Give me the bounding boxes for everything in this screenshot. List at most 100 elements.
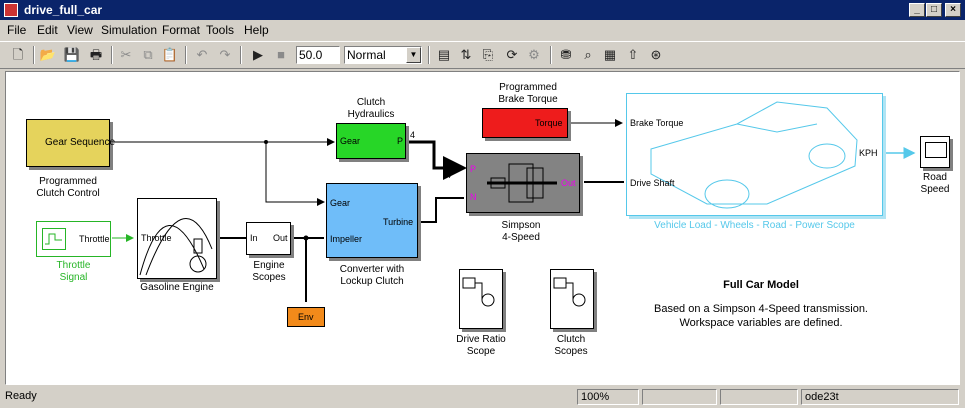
menu-format[interactable]: Format bbox=[162, 23, 200, 37]
simpson-transmission-block[interactable]: P N Out bbox=[466, 153, 580, 213]
simulation-mode-value: Normal bbox=[347, 48, 386, 62]
vehicle-shaft-port: Drive Shaft bbox=[630, 178, 675, 188]
vehicle-caption: Vehicle Load - Wheels - Road - Power Sco… bbox=[654, 220, 855, 231]
simulink-window: drive_full_car _ □ × File Edit View Simu… bbox=[0, 0, 965, 408]
toolbar: 🗋 📂 💾 🖶 ✂ ⧉ 📋 ↶ ↷ ▶ ■ 50.0 Normal ▼ ▤ ⇅ … bbox=[0, 41, 965, 69]
vehicle-brake-port: Brake Torque bbox=[630, 118, 684, 128]
clutch-hydraulics-caption: Clutch Hydraulics bbox=[347, 97, 395, 120]
converter-caption: Converter with Lockup Clutch bbox=[339, 264, 405, 287]
engine-scopes-block[interactable]: In Out bbox=[246, 222, 291, 255]
simulink-app-icon[interactable] bbox=[4, 3, 18, 17]
chevron-down-icon[interactable]: ▼ bbox=[406, 47, 421, 63]
road-speed-scope-block[interactable] bbox=[920, 136, 950, 168]
clutch-scopes-caption: Clutch Scopes bbox=[554, 334, 588, 357]
clutch-hydraulics-gear-port: Gear bbox=[340, 136, 361, 146]
throttle-signal-block[interactable]: Throttle bbox=[36, 221, 111, 257]
engine-scopes-out-port: Out bbox=[273, 233, 288, 243]
go-to-parent-icon[interactable]: ⇧ bbox=[623, 45, 643, 65]
menu-edit[interactable]: Edit bbox=[37, 23, 58, 37]
model-canvas[interactable]: Gear Sequence Programmed Clutch Control … bbox=[5, 71, 960, 385]
clutch-scopes-block[interactable] bbox=[550, 269, 594, 329]
start-simulation-icon[interactable]: ▶ bbox=[248, 45, 268, 65]
redo-icon[interactable]: ↷ bbox=[215, 45, 235, 65]
menu-tools[interactable]: Tools bbox=[206, 23, 234, 37]
car-outline-icon bbox=[650, 101, 858, 209]
clutch-signal-width-label: 4 bbox=[410, 130, 416, 140]
status-bar: Ready 100% ode23t bbox=[0, 387, 965, 408]
refresh-icon[interactable]: ⟳ bbox=[502, 45, 522, 65]
status-pane-3 bbox=[720, 389, 798, 405]
gear-sequence-label: Gear Sequence bbox=[45, 137, 116, 148]
simulation-mode-select[interactable]: Normal ▼ bbox=[344, 46, 422, 64]
brake-torque-block[interactable]: Torque bbox=[482, 108, 568, 138]
build-icon[interactable]: ▤ bbox=[434, 45, 454, 65]
close-button[interactable]: × bbox=[945, 3, 961, 17]
vehicle-kph-port: KPH bbox=[859, 148, 878, 158]
window-title: drive_full_car bbox=[24, 3, 103, 17]
stop-time-input[interactable]: 50.0 bbox=[296, 46, 340, 64]
status-pane-2 bbox=[642, 389, 717, 405]
copy-icon[interactable]: ⧉ bbox=[138, 45, 158, 65]
simpson-caption: Simpson 4-Speed bbox=[501, 220, 541, 243]
subsystem-scope-icon bbox=[553, 277, 586, 307]
debug-icon[interactable]: ⚙ bbox=[524, 45, 544, 65]
throttle-signal-port: Throttle bbox=[79, 234, 110, 244]
update-diagram-icon[interactable]: ⇅ bbox=[456, 45, 476, 65]
signal-builder-icon bbox=[42, 228, 66, 250]
engine-scopes-caption: Engine Scopes bbox=[252, 260, 286, 283]
converter-gear-port: Gear bbox=[330, 198, 351, 208]
drive-ratio-scope-block[interactable] bbox=[459, 269, 503, 329]
undo-icon[interactable]: ↶ bbox=[192, 45, 212, 65]
maximize-button[interactable]: □ bbox=[926, 3, 942, 17]
debugger-icon[interactable]: ⊛ bbox=[646, 45, 666, 65]
drive-ratio-caption: Drive Ratio Scope bbox=[456, 334, 506, 357]
clutch-hydraulics-p-port: P bbox=[397, 136, 404, 146]
throttle-signal-caption: Throttle Signal bbox=[56, 260, 91, 283]
menu-bar: File Edit View Simulation Format Tools H… bbox=[0, 20, 965, 40]
gasoline-engine-block[interactable]: Throttle bbox=[137, 198, 217, 279]
model-explorer-icon[interactable]: ⌕ bbox=[578, 45, 598, 65]
minimize-button[interactable]: _ bbox=[909, 3, 925, 17]
menu-view[interactable]: View bbox=[67, 23, 93, 37]
env-block[interactable]: Env bbox=[287, 307, 325, 327]
subsystem-scope-icon bbox=[462, 277, 495, 307]
simpson-p-port: P bbox=[470, 164, 477, 174]
gasoline-engine-caption: Gasoline Engine bbox=[140, 282, 214, 293]
build-subsystem-icon[interactable]: ⎘ bbox=[478, 45, 498, 65]
simpson-n-port: N bbox=[470, 192, 477, 202]
menu-help[interactable]: Help bbox=[244, 23, 269, 37]
save-icon[interactable]: 💾 bbox=[62, 45, 82, 65]
model-browser-icon[interactable]: ▦ bbox=[600, 45, 620, 65]
library-browser-icon[interactable]: ⛃ bbox=[556, 45, 576, 65]
title-bar: drive_full_car _ □ × bbox=[0, 0, 965, 20]
scope-screen-icon bbox=[925, 142, 947, 158]
engine-scopes-in-port: In bbox=[250, 233, 258, 243]
converter-block[interactable]: Gear Impeller Turbine bbox=[326, 183, 418, 258]
converter-impeller-port: Impeller bbox=[330, 234, 363, 244]
paste-icon[interactable]: 📋 bbox=[160, 45, 180, 65]
brake-torque-caption: Programmed Brake Torque bbox=[498, 82, 558, 105]
status-solver: ode23t bbox=[801, 389, 959, 405]
simpson-signal-width-label: 4 bbox=[446, 170, 452, 180]
converter-turbine-port: Turbine bbox=[383, 217, 414, 227]
gear-sequence-caption: Programmed Clutch Control bbox=[36, 176, 100, 199]
simpson-out-port: Out bbox=[561, 178, 576, 188]
env-label: Env bbox=[298, 312, 314, 322]
menu-simulation[interactable]: Simulation bbox=[101, 23, 157, 37]
vehicle-block[interactable]: Brake Torque Drive Shaft KPH bbox=[626, 93, 883, 216]
print-icon[interactable]: 🖶 bbox=[86, 45, 106, 65]
menu-file[interactable]: File bbox=[7, 23, 26, 37]
stop-simulation-icon[interactable]: ■ bbox=[271, 45, 291, 65]
new-model-icon[interactable]: 🗋 bbox=[8, 45, 28, 65]
clutch-hydraulics-block[interactable]: Gear P bbox=[336, 123, 406, 159]
engine-throttle-port: Throttle bbox=[141, 233, 172, 243]
status-state: Ready bbox=[5, 390, 37, 402]
road-speed-caption: Road Speed bbox=[920, 172, 950, 195]
annotation-body: Based on a Simpson 4-Speed transmission.… bbox=[653, 303, 868, 329]
brake-torque-port: Torque bbox=[535, 118, 563, 128]
gear-sequence-block[interactable]: Gear Sequence bbox=[26, 119, 115, 167]
status-zoom: 100% bbox=[577, 389, 639, 405]
cut-icon[interactable]: ✂ bbox=[116, 45, 136, 65]
annotation-title: Full Car Model bbox=[723, 279, 799, 291]
open-folder-icon[interactable]: 📂 bbox=[38, 45, 58, 65]
